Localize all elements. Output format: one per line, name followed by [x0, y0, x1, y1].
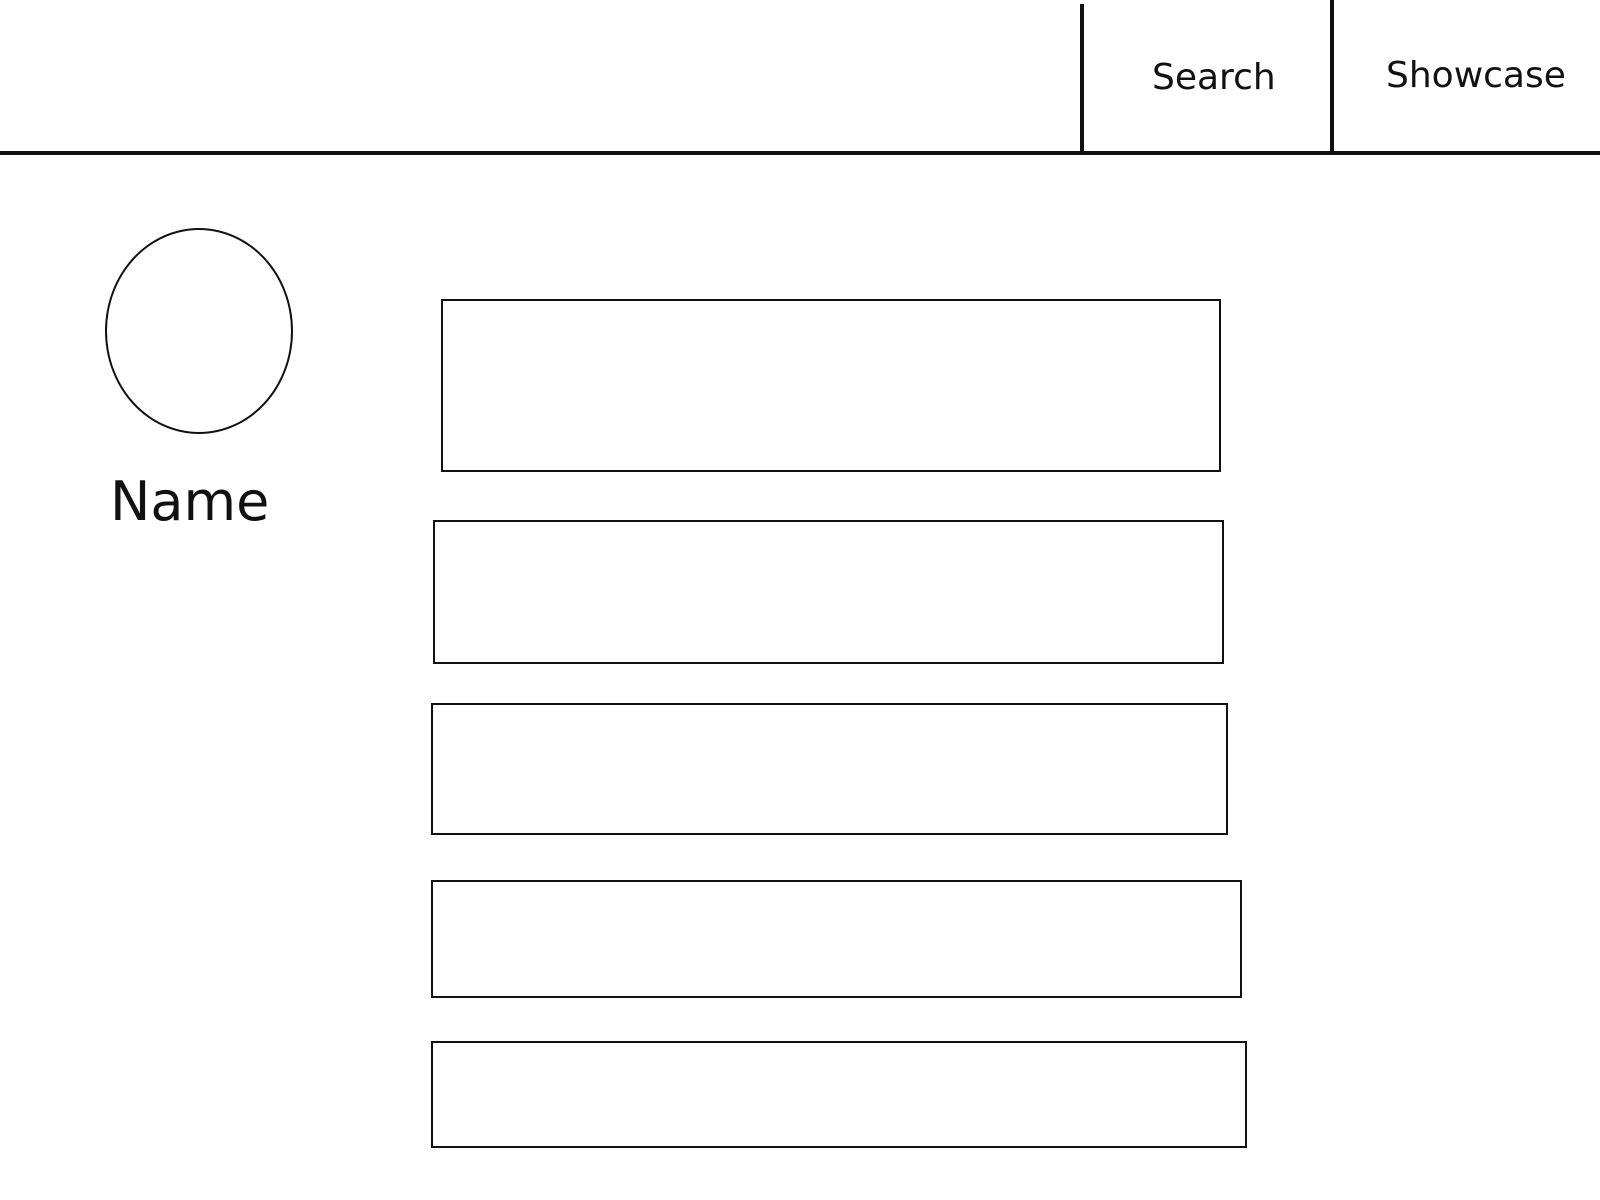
- nav-showcase-link[interactable]: Showcase: [1386, 56, 1566, 96]
- nav-divider-left: [1080, 4, 1084, 152]
- content-card-5[interactable]: [431, 1041, 1247, 1148]
- content-card-1[interactable]: [441, 299, 1221, 472]
- profile-avatar[interactable]: [105, 228, 293, 434]
- profile-name: Name: [110, 470, 270, 533]
- content-card-4[interactable]: [431, 880, 1242, 998]
- content-card-2[interactable]: [433, 520, 1224, 664]
- content-card-3[interactable]: [431, 703, 1228, 835]
- nav-divider-right: [1330, 0, 1334, 152]
- top-navigation-bar: Search Showcase: [0, 0, 1600, 156]
- nav-search-link[interactable]: Search: [1152, 58, 1276, 98]
- header-divider-line: [0, 151, 1600, 155]
